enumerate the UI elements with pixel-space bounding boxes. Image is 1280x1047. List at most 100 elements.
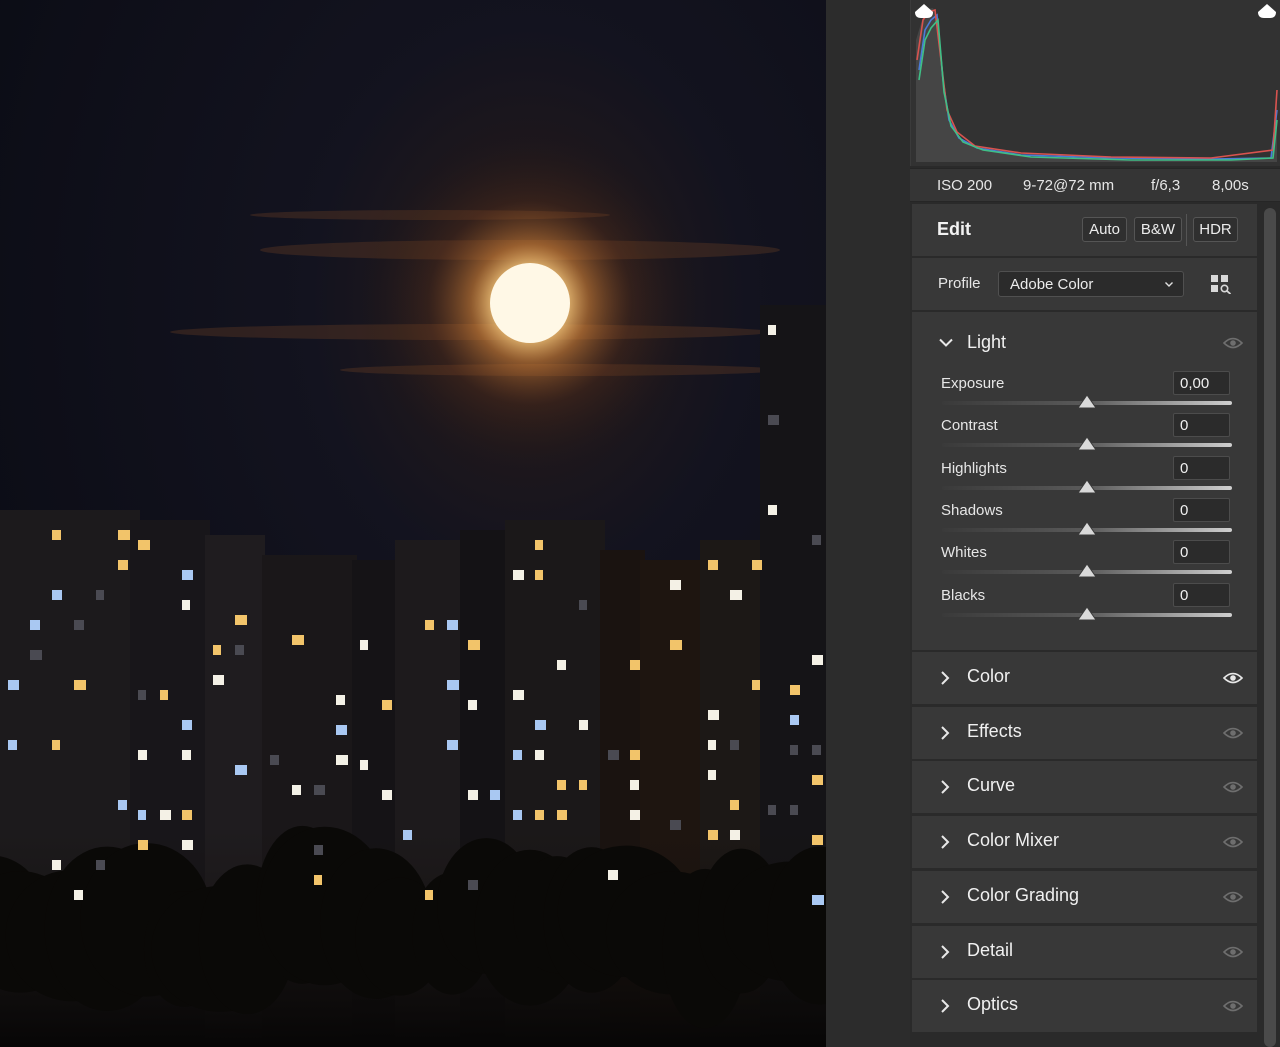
- building-window: [708, 710, 719, 720]
- edit-scroll-area[interactable]: Edit Auto B&W HDR Profile Adobe Color Li…: [910, 204, 1260, 1047]
- histogram-graph: [916, 8, 1278, 162]
- building-window: [235, 615, 247, 625]
- building-window: [812, 775, 823, 785]
- building-window: [513, 750, 522, 760]
- building-window: [513, 810, 522, 820]
- optics-section[interactable]: Optics: [912, 980, 1257, 1033]
- whites-value-input[interactable]: 0: [1173, 540, 1230, 565]
- chevron-right-icon[interactable]: [938, 670, 952, 686]
- building-window: [447, 740, 458, 750]
- highlight-clipping-warning-icon[interactable]: [1256, 2, 1278, 20]
- chevron-right-icon[interactable]: [938, 779, 952, 795]
- profile-dropdown[interactable]: Adobe Color: [998, 271, 1184, 297]
- shadow-clipping-warning-icon[interactable]: [913, 2, 935, 20]
- building-window: [557, 810, 567, 820]
- light-section-title[interactable]: Light: [967, 332, 1006, 353]
- detail-section[interactable]: Detail: [912, 925, 1257, 978]
- auto-button[interactable]: Auto: [1082, 217, 1127, 242]
- building-window: [336, 755, 348, 765]
- building-window: [579, 720, 588, 730]
- eye-icon[interactable]: [1223, 999, 1243, 1013]
- building-window: [182, 600, 190, 610]
- color-section[interactable]: Color: [912, 652, 1257, 704]
- color-section-title[interactable]: Color: [967, 666, 1010, 687]
- panel-scrollbar[interactable]: [1260, 204, 1280, 1047]
- exposure-slider-row: Exposure 0,00: [912, 371, 1257, 413]
- edit-panel: ISO 200 9-72@72 mm f/6,3 8,00s Edit Auto…: [910, 0, 1280, 1047]
- shadows-value-input[interactable]: 0: [1173, 497, 1230, 522]
- color-mixer-section-title[interactable]: Color Mixer: [967, 830, 1059, 851]
- building-window: [8, 740, 17, 750]
- contrast-label: Contrast: [941, 417, 998, 435]
- building-window: [425, 620, 434, 630]
- profile-dropdown-value: Adobe Color: [1010, 276, 1094, 293]
- building-window: [535, 540, 543, 550]
- eye-icon[interactable]: [1223, 890, 1243, 904]
- building-window: [213, 645, 221, 655]
- panel-gutter: [826, 0, 912, 1047]
- exposure-slider-thumb[interactable]: [1077, 394, 1097, 410]
- color-grading-section[interactable]: Color Grading: [912, 870, 1257, 923]
- building-window: [812, 745, 821, 755]
- eye-icon[interactable]: [1223, 726, 1243, 740]
- building-window: [118, 560, 128, 570]
- blacks-slider-thumb[interactable]: [1077, 605, 1097, 622]
- profile-browser-icon[interactable]: [1210, 274, 1232, 294]
- eye-icon[interactable]: [1223, 780, 1243, 794]
- detail-section-title[interactable]: Detail: [967, 940, 1013, 961]
- photo-canvas[interactable]: [0, 0, 826, 1047]
- eye-icon[interactable]: [1223, 945, 1243, 959]
- building-window: [790, 715, 799, 725]
- highlights-slider-thumb[interactable]: [1077, 478, 1097, 495]
- building-window: [630, 780, 639, 790]
- exposure-value-input[interactable]: 0,00: [1173, 371, 1230, 395]
- highlights-value-input[interactable]: 0: [1173, 455, 1230, 480]
- shadows-slider-row: Shadows 0: [912, 497, 1257, 540]
- eye-icon[interactable]: [1223, 336, 1243, 350]
- shadows-slider-thumb[interactable]: [1077, 521, 1097, 537]
- chevron-right-icon[interactable]: [938, 998, 952, 1014]
- chevron-right-icon[interactable]: [938, 944, 952, 960]
- histogram[interactable]: [910, 0, 1280, 166]
- curve-section[interactable]: Curve: [912, 761, 1257, 814]
- color-mixer-section[interactable]: Color Mixer: [912, 816, 1257, 869]
- chevron-right-icon[interactable]: [938, 834, 952, 850]
- building-window: [270, 755, 279, 765]
- building-window: [730, 830, 740, 840]
- blacks-slider-row: Blacks 0: [912, 582, 1257, 625]
- eye-icon[interactable]: [1223, 835, 1243, 849]
- building-window: [535, 720, 546, 730]
- bw-button[interactable]: B&W: [1134, 217, 1182, 242]
- edit-header: Edit Auto B&W HDR: [912, 204, 1257, 256]
- exif-info-bar: ISO 200 9-72@72 mm f/6,3 8,00s: [910, 168, 1280, 202]
- building-window: [708, 740, 716, 750]
- chevron-right-icon[interactable]: [938, 889, 952, 905]
- building-window: [30, 650, 42, 660]
- chevron-down-icon[interactable]: [938, 336, 954, 350]
- whites-slider-thumb[interactable]: [1077, 563, 1097, 579]
- whites-label: Whites: [941, 544, 987, 562]
- contrast-slider-thumb[interactable]: [1077, 436, 1097, 452]
- building-window: [447, 620, 458, 630]
- exif-iso: ISO 200: [937, 177, 993, 194]
- building-window: [314, 845, 323, 855]
- effects-section[interactable]: Effects: [912, 706, 1257, 759]
- hdr-button[interactable]: HDR: [1193, 217, 1238, 242]
- building-window: [535, 810, 544, 820]
- night-city-moon-photo: [0, 0, 826, 1047]
- blacks-value-input[interactable]: 0: [1173, 582, 1230, 607]
- exposure-label: Exposure: [941, 375, 1005, 392]
- effects-section-title[interactable]: Effects: [967, 721, 1022, 742]
- eye-icon[interactable]: [1223, 671, 1243, 685]
- building-window: [360, 640, 368, 650]
- contrast-value-input[interactable]: 0: [1173, 413, 1230, 438]
- chevron-down-icon: [1165, 282, 1173, 287]
- panel-scrollbar-thumb[interactable]: [1264, 208, 1276, 1047]
- color-grading-section-title[interactable]: Color Grading: [967, 885, 1079, 906]
- building-window: [468, 790, 478, 800]
- building-window: [468, 640, 480, 650]
- building-window: [557, 660, 566, 670]
- curve-section-title[interactable]: Curve: [967, 775, 1015, 796]
- chevron-right-icon[interactable]: [938, 725, 952, 741]
- optics-section-title[interactable]: Optics: [967, 994, 1018, 1015]
